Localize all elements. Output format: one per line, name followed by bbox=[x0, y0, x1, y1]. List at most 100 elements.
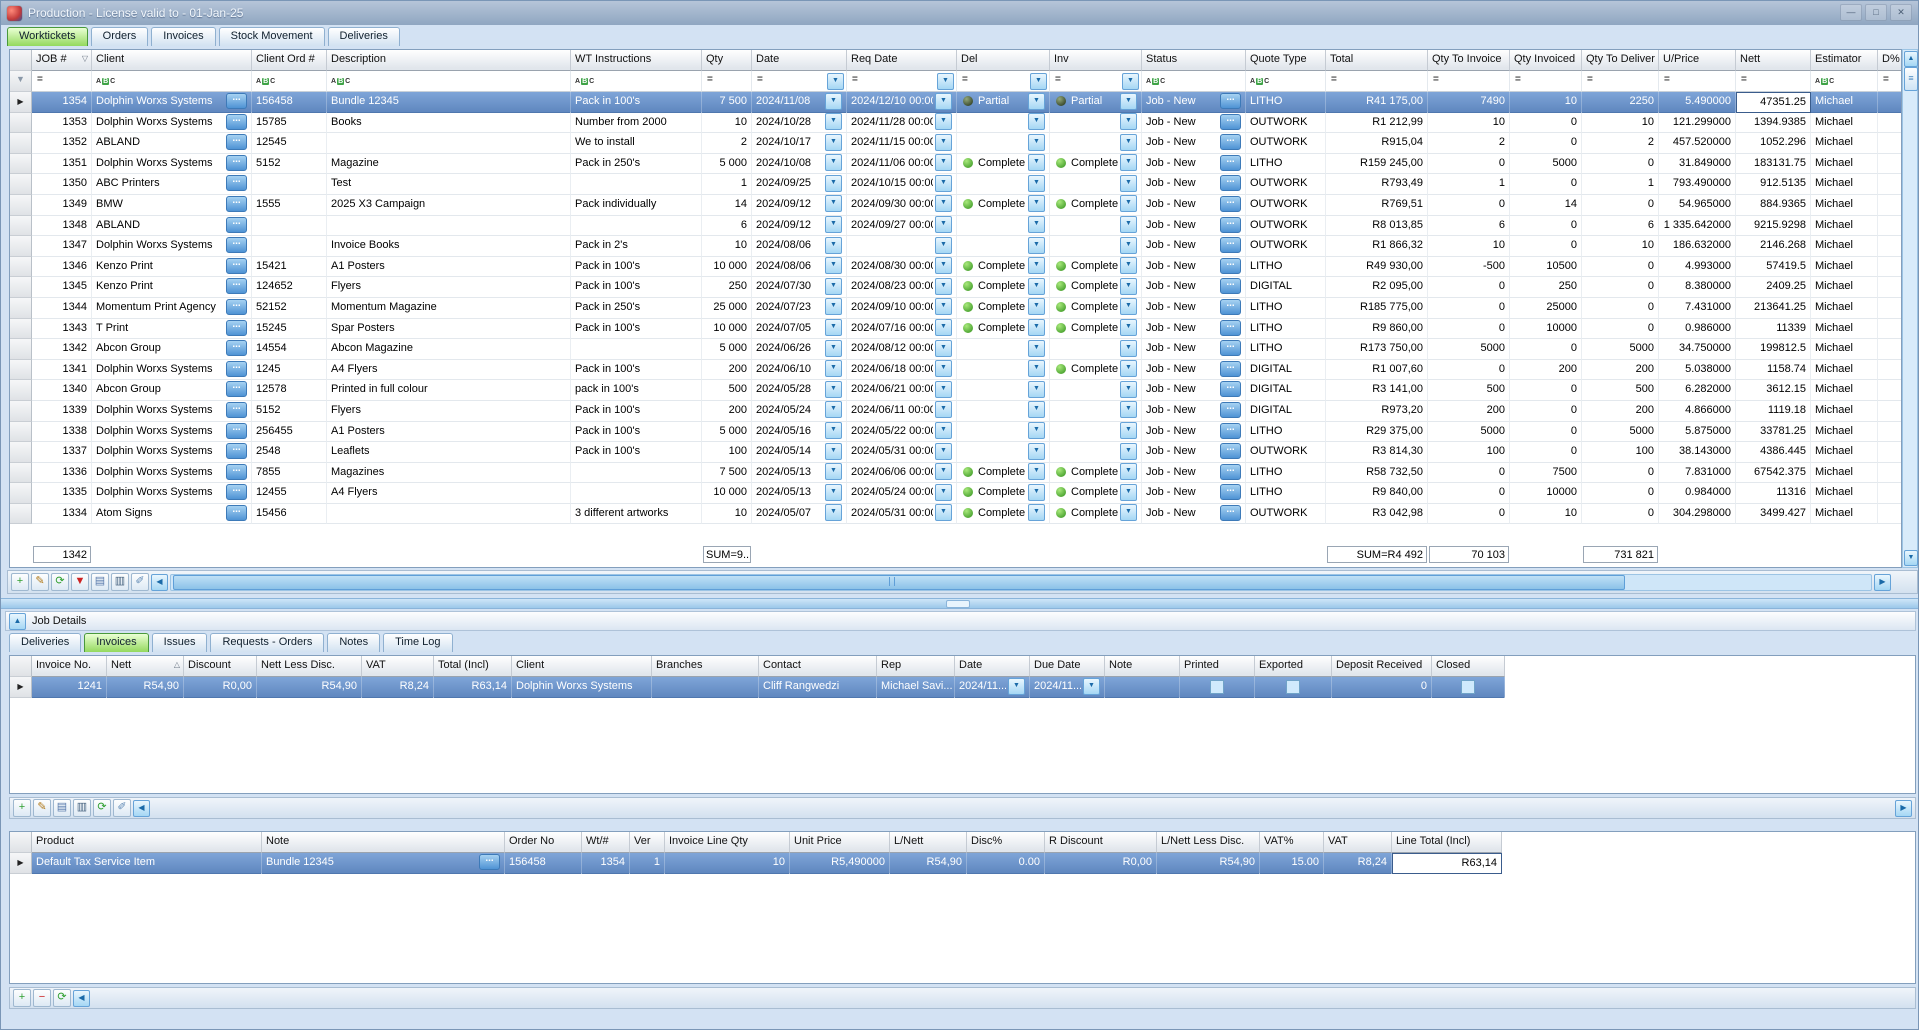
cell-u_price[interactable]: 186.632000 bbox=[1659, 236, 1736, 257]
cell-date[interactable]: 2024/09/12▼ bbox=[752, 195, 847, 216]
col-header-del[interactable]: Del bbox=[957, 50, 1050, 71]
attach-icon[interactable]: ✐ bbox=[113, 799, 131, 817]
dropdown-icon[interactable]: ▼ bbox=[825, 298, 842, 315]
cell-total_incl[interactable]: R63,14 bbox=[434, 677, 512, 698]
cell-job[interactable]: 1341 bbox=[32, 360, 92, 381]
cell-u_price[interactable]: 31.849000 bbox=[1659, 154, 1736, 175]
ellipsis-button[interactable]: ... bbox=[226, 196, 247, 212]
dropdown-icon[interactable]: ▼ bbox=[1120, 401, 1137, 418]
col-header-printed[interactable]: Printed bbox=[1180, 656, 1255, 677]
checkbox-unchecked[interactable] bbox=[1210, 680, 1224, 694]
dropdown-icon[interactable]: ▼ bbox=[935, 443, 952, 460]
cell-description[interactable]: A1 Posters bbox=[327, 257, 571, 278]
cell-qty[interactable]: 10 bbox=[702, 236, 752, 257]
col-header-l_nett[interactable]: L/Nett bbox=[890, 832, 967, 853]
cell-wt[interactable]: Pack in 100's bbox=[571, 319, 702, 340]
dropdown-icon[interactable]: ▼ bbox=[935, 278, 952, 295]
cell-qty[interactable]: 200 bbox=[702, 360, 752, 381]
row-indicator-cell[interactable] bbox=[10, 360, 32, 381]
dropdown-icon[interactable]: ▼ bbox=[935, 237, 952, 254]
dropdown-icon[interactable]: ▼ bbox=[1028, 257, 1045, 274]
cell-del[interactable]: Complete▼ bbox=[957, 483, 1050, 504]
dropdown-icon[interactable]: ▼ bbox=[1028, 319, 1045, 336]
ellipsis-button[interactable]: ... bbox=[226, 237, 247, 253]
cell-inv[interactable]: ▼ bbox=[1050, 380, 1142, 401]
cell-quote[interactable]: OUTWORK bbox=[1246, 133, 1326, 154]
cell-total[interactable]: R2 095,00 bbox=[1326, 277, 1428, 298]
col-header-note[interactable]: Note bbox=[1105, 656, 1180, 677]
scroll-left-icon[interactable]: ◀ bbox=[73, 990, 90, 1007]
cell-estimator[interactable]: Michael bbox=[1811, 319, 1878, 340]
col-header-discount[interactable]: Discount bbox=[184, 656, 257, 677]
cell-qty_to_deliver[interactable]: 0 bbox=[1582, 504, 1659, 525]
cell-description[interactable]: Leaflets bbox=[327, 442, 571, 463]
cell-client_ord[interactable] bbox=[252, 216, 327, 237]
panel-splitter[interactable] bbox=[1, 598, 1918, 609]
cell-u_price[interactable]: 793.490000 bbox=[1659, 174, 1736, 195]
cell-client_ord[interactable] bbox=[252, 174, 327, 195]
cell-estimator[interactable]: Michael bbox=[1811, 442, 1878, 463]
cell-dpct[interactable] bbox=[1878, 133, 1902, 154]
dropdown-icon[interactable]: ▼ bbox=[935, 93, 952, 110]
tab-deliveries[interactable]: Deliveries bbox=[328, 27, 400, 46]
ellipsis-button[interactable]: ... bbox=[226, 361, 247, 377]
cell-inv[interactable]: Complete▼ bbox=[1050, 195, 1142, 216]
cell-date[interactable]: 2024/05/28▼ bbox=[752, 380, 847, 401]
cell-due_date[interactable]: 2024/11...▼ bbox=[1030, 677, 1105, 698]
cell-description[interactable]: A1 Posters bbox=[327, 422, 571, 443]
dropdown-icon[interactable]: ▼ bbox=[825, 381, 842, 398]
dropdown-icon[interactable]: ▼ bbox=[1028, 93, 1045, 110]
cell-qty_invoiced[interactable]: 10 bbox=[1510, 504, 1582, 525]
cell-estimator[interactable]: Michael bbox=[1811, 154, 1878, 175]
cell-qty_to_deliver[interactable]: 0 bbox=[1582, 195, 1659, 216]
dropdown-icon[interactable]: ▼ bbox=[1120, 278, 1137, 295]
cell-qty_to_deliver[interactable]: 100 bbox=[1582, 442, 1659, 463]
checkbox-unchecked[interactable] bbox=[1286, 680, 1300, 694]
cell-wt[interactable]: We to install bbox=[571, 133, 702, 154]
cell-description[interactable]: Books bbox=[327, 113, 571, 134]
cell-estimator[interactable]: Michael bbox=[1811, 92, 1878, 113]
filter-cell-total[interactable]: = bbox=[1326, 71, 1428, 92]
cell-estimator[interactable]: Michael bbox=[1811, 113, 1878, 134]
cell-req_date[interactable]: ▼ bbox=[847, 236, 957, 257]
cell-qty_invoiced[interactable]: 7500 bbox=[1510, 463, 1582, 484]
dropdown-icon[interactable]: ▼ bbox=[935, 484, 952, 501]
cell-client[interactable]: Abcon Group... bbox=[92, 339, 252, 360]
dropdown-icon[interactable]: ▼ bbox=[825, 484, 842, 501]
dropdown-icon[interactable]: ▼ bbox=[1028, 504, 1045, 521]
cell-dpct[interactable] bbox=[1878, 360, 1902, 381]
dropdown-icon[interactable]: ▼ bbox=[1120, 381, 1137, 398]
cell-quote[interactable]: OUTWORK bbox=[1246, 236, 1326, 257]
col-header-req_date[interactable]: Req Date bbox=[847, 50, 957, 71]
cell-qty_invoiced[interactable]: 0 bbox=[1510, 380, 1582, 401]
cell-qty_to_invoice[interactable]: 0 bbox=[1428, 277, 1510, 298]
cell-estimator[interactable]: Michael bbox=[1811, 401, 1878, 422]
cell-job[interactable]: 1351 bbox=[32, 154, 92, 175]
col-header-vat_pct[interactable]: VAT% bbox=[1260, 832, 1324, 853]
filter-funnel-icon[interactable]: ▼ bbox=[10, 71, 31, 84]
ellipsis-button[interactable]: ... bbox=[226, 402, 247, 418]
cell-discount[interactable]: R0,00 bbox=[184, 677, 257, 698]
cell-qty_invoiced[interactable]: 0 bbox=[1510, 133, 1582, 154]
design-icon[interactable]: ✐ bbox=[131, 573, 149, 591]
cell-job[interactable]: 1348 bbox=[32, 216, 92, 237]
cell-unit_price[interactable]: R5,490000 bbox=[790, 853, 890, 874]
cell-qty_invoiced[interactable]: 10500 bbox=[1510, 257, 1582, 278]
table-row[interactable]: 1347Dolphin Worxs Systems...Invoice Book… bbox=[10, 236, 1902, 257]
cell-client_ord[interactable]: 15421 bbox=[252, 257, 327, 278]
cell-qty_invoiced[interactable]: 0 bbox=[1510, 174, 1582, 195]
cell-nett[interactable]: 67542.375 bbox=[1736, 463, 1811, 484]
cell-wt[interactable] bbox=[571, 216, 702, 237]
dropdown-icon[interactable]: ▼ bbox=[1120, 360, 1137, 377]
cell-nett[interactable]: 11339 bbox=[1736, 319, 1811, 340]
cell-product[interactable]: Default Tax Service Item bbox=[32, 853, 262, 874]
dropdown-icon[interactable]: ▼ bbox=[1120, 175, 1137, 192]
cell-qty_invoiced[interactable]: 0 bbox=[1510, 422, 1582, 443]
cell-quote[interactable]: DIGITAL bbox=[1246, 380, 1326, 401]
cell-req_date[interactable]: 2024/12/10 00:00▼ bbox=[847, 92, 957, 113]
cell-qty[interactable]: 10 000 bbox=[702, 319, 752, 340]
cell-qty_to_deliver[interactable]: 5000 bbox=[1582, 339, 1659, 360]
cell-status[interactable]: Job - New... bbox=[1142, 319, 1246, 340]
cell-dpct[interactable] bbox=[1878, 422, 1902, 443]
cell-estimator[interactable]: Michael bbox=[1811, 483, 1878, 504]
